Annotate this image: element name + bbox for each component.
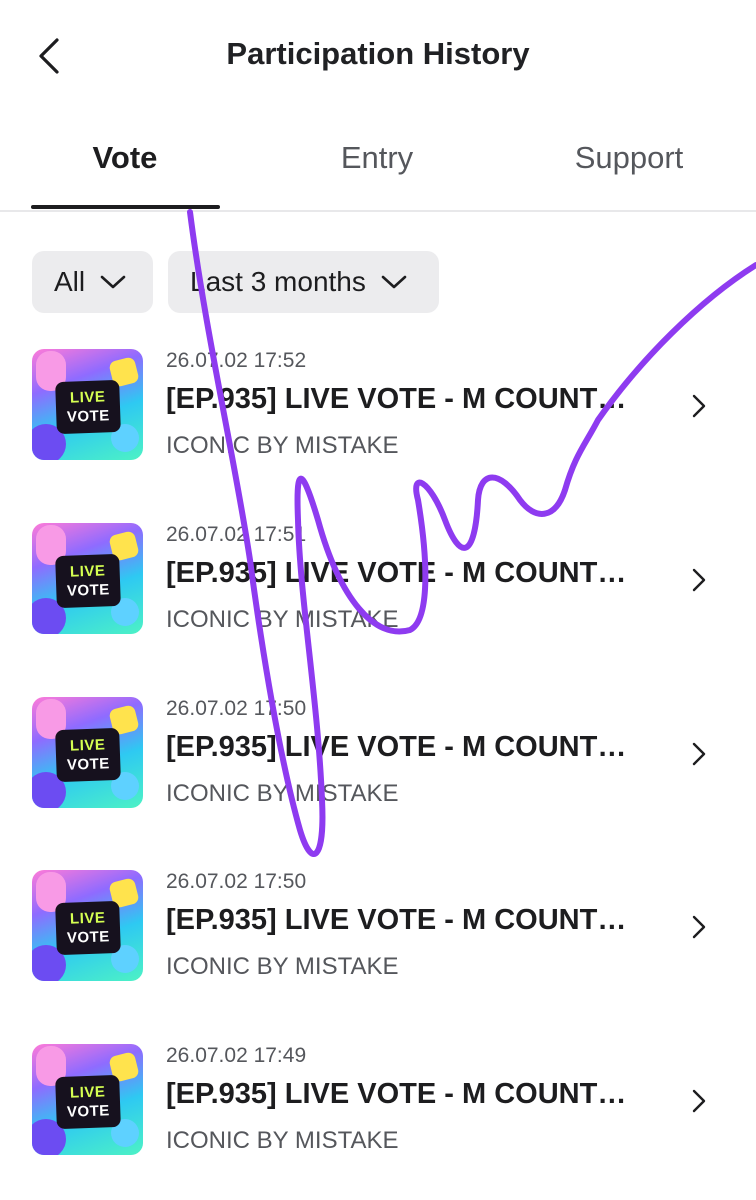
live-vote-badge: LIVE VOTE <box>55 379 121 435</box>
vote-history-item[interactable]: LIVE VOTE 26.07.02 17:50 [EP.935] LIVE VO… <box>0 870 756 1020</box>
item-subtitle: ICONIC BY MISTAKE <box>166 953 399 980</box>
live-vote-badge: LIVE VOTE <box>55 1074 121 1130</box>
item-date: 26.07.02 17:52 <box>166 349 307 372</box>
chevron-right-icon <box>692 568 706 592</box>
chevron-right-icon <box>692 742 706 766</box>
live-vote-badge: LIVE VOTE <box>55 553 121 609</box>
vote-history-item[interactable]: LIVE VOTE 26.07.02 17:50 [EP.935] LIVE VO… <box>0 697 756 847</box>
item-date: 26.07.02 17:49 <box>166 1044 307 1067</box>
period-filter-dropdown[interactable]: Last 3 months <box>168 251 439 313</box>
chevron-right-icon <box>692 1089 706 1113</box>
category-filter-label: All <box>54 266 86 297</box>
live-vote-thumbnail: LIVE VOTE <box>32 523 143 634</box>
tab-vote[interactable]: Vote <box>30 140 220 200</box>
item-date: 26.07.02 17:51 <box>166 523 307 546</box>
live-vote-badge: LIVE VOTE <box>55 900 121 956</box>
item-title: [EP.935] LIVE VOTE - M COUNTDOWN <box>166 904 638 936</box>
tab-entry[interactable]: Entry <box>282 140 472 200</box>
tab-bar: Vote Entry Support <box>0 120 756 212</box>
vote-history-item[interactable]: LIVE VOTE 26.07.02 17:52 [EP.935] LIVE VO… <box>0 349 756 499</box>
header: Participation History <box>0 0 756 110</box>
live-vote-thumbnail: LIVE VOTE <box>32 870 143 981</box>
live-vote-badge: LIVE VOTE <box>55 727 121 783</box>
item-subtitle: ICONIC BY MISTAKE <box>166 432 399 459</box>
chevron-right-icon <box>692 915 706 939</box>
item-title: [EP.935] LIVE VOTE - M COUNTDOWN <box>166 383 638 415</box>
active-tab-indicator <box>31 205 220 209</box>
vote-history-item[interactable]: LIVE VOTE 26.07.02 17:49 [EP.935] LIVE VO… <box>0 1044 756 1194</box>
live-vote-thumbnail: LIVE VOTE <box>32 349 143 460</box>
tab-support[interactable]: Support <box>534 140 724 200</box>
item-date: 26.07.02 17:50 <box>166 697 307 720</box>
chevron-down-icon <box>381 275 407 289</box>
participation-history-screen: Participation History Vote Entry Support… <box>0 0 756 1200</box>
chevron-down-icon <box>100 275 126 289</box>
page-title: Participation History <box>226 36 530 71</box>
item-title: [EP.935] LIVE VOTE - M COUNTDOWN <box>166 557 638 589</box>
item-title: [EP.935] LIVE VOTE - M COUNTDOWN <box>166 1078 638 1110</box>
period-filter-label: Last 3 months <box>190 266 366 297</box>
item-date: 26.07.02 17:50 <box>166 870 307 893</box>
vote-history-item[interactable]: LIVE VOTE 26.07.02 17:51 [EP.935] LIVE VO… <box>0 523 756 673</box>
item-subtitle: ICONIC BY MISTAKE <box>166 780 399 807</box>
category-filter-dropdown[interactable]: All <box>32 251 153 313</box>
chevron-right-icon <box>692 394 706 418</box>
live-vote-thumbnail: LIVE VOTE <box>32 697 143 808</box>
item-subtitle: ICONIC BY MISTAKE <box>166 606 399 633</box>
item-title: [EP.935] LIVE VOTE - M COUNTDOWN <box>166 731 638 763</box>
live-vote-thumbnail: LIVE VOTE <box>32 1044 143 1155</box>
item-subtitle: ICONIC BY MISTAKE <box>166 1127 399 1154</box>
